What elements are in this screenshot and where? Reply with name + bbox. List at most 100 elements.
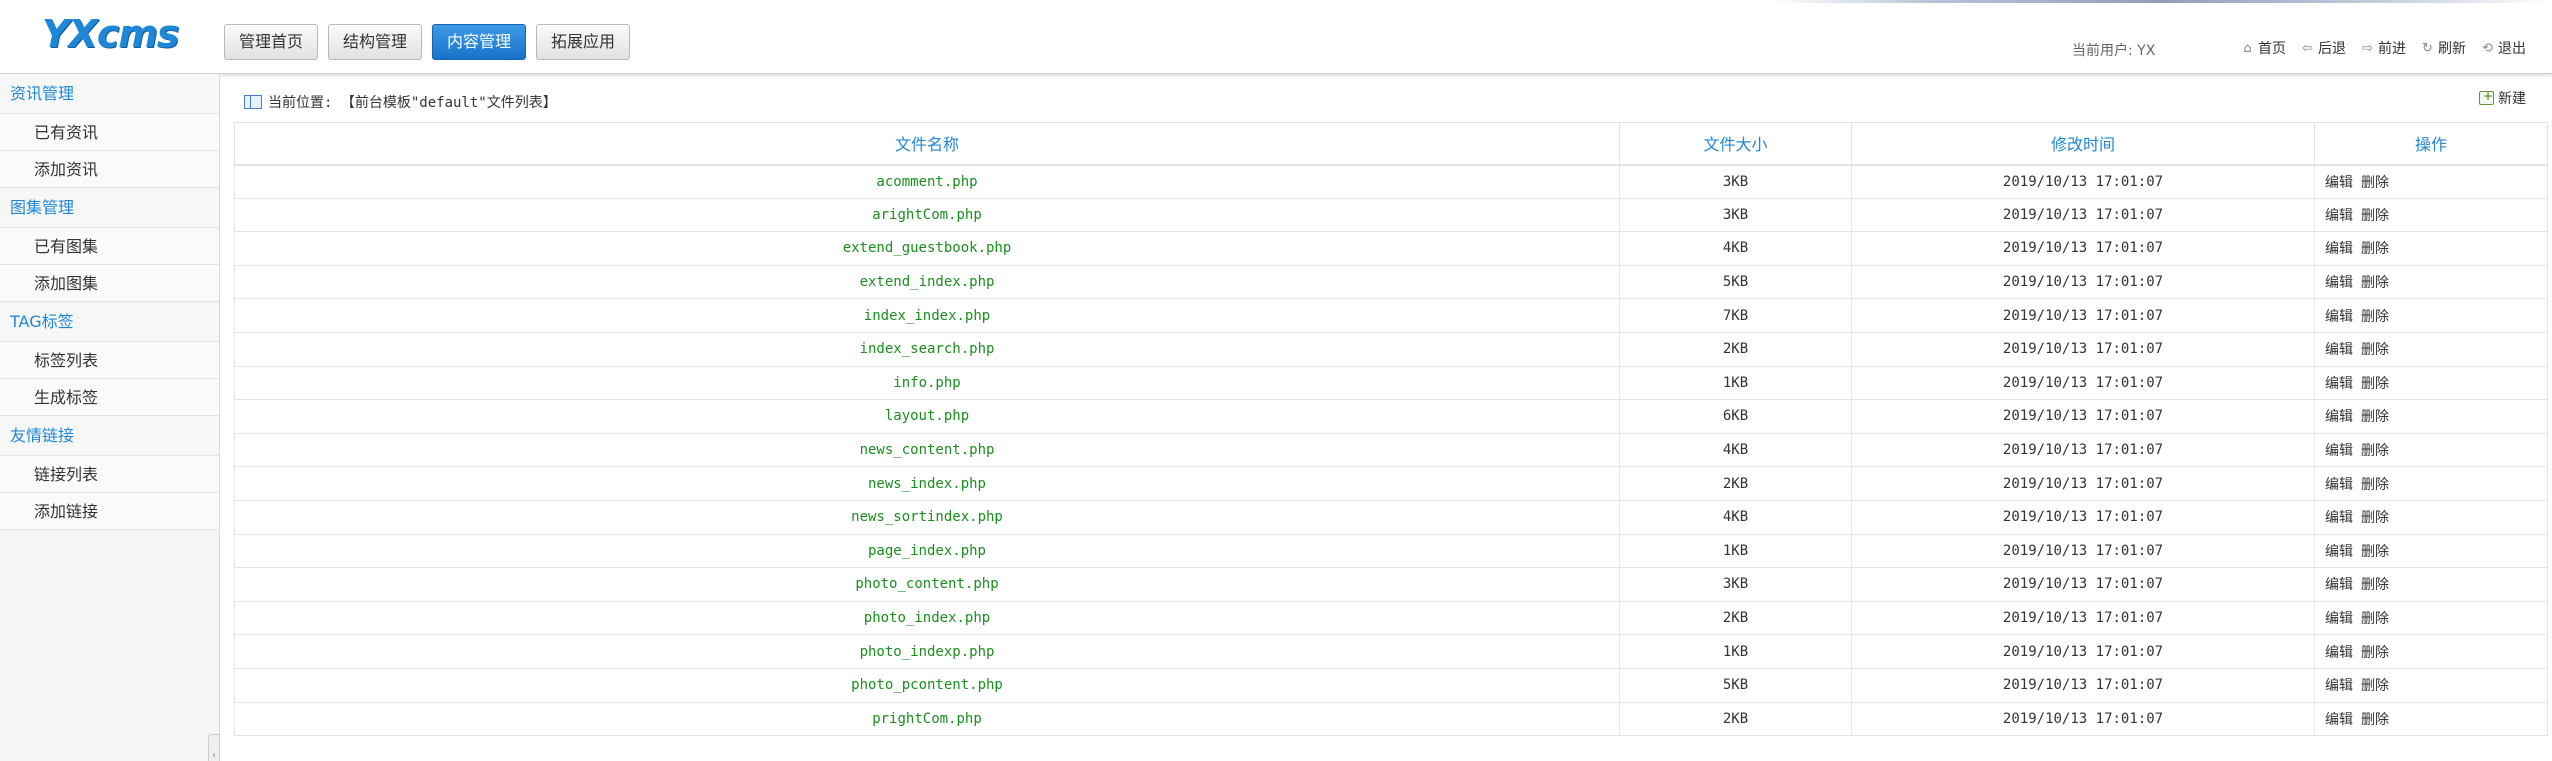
- sidebar-item[interactable]: 添加资讯: [0, 151, 219, 188]
- edit-link[interactable]: 编辑: [2325, 409, 2353, 425]
- file-name-cell[interactable]: page_index.php: [234, 533, 1620, 569]
- top-nav-button[interactable]: 管理首页: [224, 24, 319, 60]
- file-size-cell: 3KB: [1619, 164, 1852, 199]
- sidebar-item[interactable]: 已有图集: [0, 228, 219, 265]
- file-name-cell[interactable]: acomment.php: [234, 164, 1620, 199]
- actions-cell: 编辑 删除: [2314, 399, 2548, 434]
- file-size-cell: 7KB: [1619, 298, 1852, 333]
- file-name-cell[interactable]: extend_index.php: [234, 264, 1620, 300]
- delete-link[interactable]: 删除: [2361, 712, 2389, 728]
- file-name-cell[interactable]: photo_index.php: [234, 600, 1620, 636]
- file-name-cell[interactable]: news_content.php: [234, 432, 1620, 468]
- column-header-actions: 操作: [2314, 122, 2548, 166]
- column-header-modified[interactable]: 修改时间: [1851, 122, 2315, 166]
- edit-link[interactable]: 编辑: [2325, 678, 2353, 694]
- delete-link[interactable]: 删除: [2361, 376, 2389, 392]
- edit-link[interactable]: 编辑: [2325, 510, 2353, 526]
- delete-link[interactable]: 删除: [2361, 409, 2389, 425]
- new-file-button[interactable]: 新建: [2479, 88, 2526, 108]
- top-link-logout[interactable]: ⟲ 退出: [2480, 38, 2526, 58]
- file-name-cell[interactable]: news_sortindex.php: [234, 499, 1620, 535]
- sidebar-item[interactable]: 生成标签: [0, 379, 219, 416]
- file-name-cell[interactable]: index_index.php: [234, 298, 1620, 333]
- top-link-arrow-right[interactable]: ⇨ 前进: [2360, 38, 2406, 58]
- file-name-cell[interactable]: index_search.php: [234, 331, 1620, 367]
- table-row: prightCom.php 2KB 2019/10/13 17:01:07 编辑 删除: [234, 701, 2548, 737]
- top-link-refresh[interactable]: ↻ 刷新: [2420, 38, 2466, 58]
- file-name-cell[interactable]: layout.php: [234, 399, 1620, 434]
- sidebar-group-title[interactable]: 友情链接: [0, 416, 219, 456]
- sidebar-collapse-handle[interactable]: ‹: [208, 734, 220, 761]
- top-nav-button[interactable]: 结构管理: [328, 24, 423, 60]
- edit-link[interactable]: 编辑: [2325, 342, 2353, 358]
- file-size-cell: 4KB: [1619, 231, 1852, 266]
- edit-link[interactable]: 编辑: [2325, 309, 2353, 325]
- file-name-cell[interactable]: news_index.php: [234, 466, 1620, 501]
- top-link-home[interactable]: ⌂ 首页: [2240, 38, 2286, 58]
- file-name-cell[interactable]: photo_indexp.php: [234, 634, 1620, 669]
- delete-link[interactable]: 删除: [2361, 208, 2389, 224]
- edit-link[interactable]: 编辑: [2325, 376, 2353, 392]
- file-name-cell[interactable]: prightCom.php: [234, 701, 1620, 737]
- actions-cell: 编辑 删除: [2314, 331, 2548, 367]
- file-size-cell: 1KB: [1619, 365, 1852, 401]
- sidebar-item[interactable]: 标签列表: [0, 342, 219, 379]
- top-link-arrow-left[interactable]: ⇦ 后退: [2300, 38, 2346, 58]
- delete-link[interactable]: 删除: [2361, 544, 2389, 560]
- sidebar-item[interactable]: 添加链接: [0, 493, 219, 530]
- sidebar-item[interactable]: 链接列表: [0, 456, 219, 493]
- edit-link[interactable]: 编辑: [2325, 577, 2353, 593]
- delete-link[interactable]: 删除: [2361, 611, 2389, 627]
- modified-time-cell: 2019/10/13 17:01:07: [1851, 567, 2315, 602]
- modified-time-cell: 2019/10/13 17:01:07: [1851, 600, 2315, 636]
- edit-link[interactable]: 编辑: [2325, 712, 2353, 728]
- delete-link[interactable]: 删除: [2361, 443, 2389, 459]
- file-table: 文件名称 文件大小 修改时间 操作 acomment.php 3KB 2019/10…: [234, 122, 2548, 737]
- edit-link[interactable]: 编辑: [2325, 443, 2353, 459]
- column-header-size[interactable]: 文件大小: [1619, 122, 1852, 166]
- logo[interactable]: YXcms: [42, 12, 180, 56]
- actions-cell: 编辑 删除: [2314, 264, 2548, 300]
- edit-link[interactable]: 编辑: [2325, 611, 2353, 627]
- edit-link[interactable]: 编辑: [2325, 477, 2353, 493]
- delete-link[interactable]: 删除: [2361, 577, 2389, 593]
- edit-link[interactable]: 编辑: [2325, 241, 2353, 257]
- delete-link[interactable]: 删除: [2361, 678, 2389, 694]
- top-link-label: 退出: [2498, 41, 2526, 57]
- file-name-cell[interactable]: photo_pcontent.php: [234, 667, 1620, 703]
- delete-link[interactable]: 删除: [2361, 477, 2389, 493]
- refresh-icon: ↻: [2422, 40, 2433, 56]
- table-row: layout.php 6KB 2019/10/13 17:01:07 编辑 删除: [234, 399, 2548, 434]
- delete-link[interactable]: 删除: [2361, 645, 2389, 661]
- delete-link[interactable]: 删除: [2361, 342, 2389, 358]
- top-nav-button[interactable]: 拓展应用: [536, 24, 631, 60]
- edit-link[interactable]: 编辑: [2325, 175, 2353, 191]
- table-row: news_index.php 2KB 2019/10/13 17:01:07 编辑 删除: [234, 466, 2548, 501]
- delete-link[interactable]: 删除: [2361, 275, 2389, 291]
- sidebar-group-title[interactable]: TAG标签: [0, 302, 219, 342]
- edit-link[interactable]: 编辑: [2325, 645, 2353, 661]
- file-name-cell[interactable]: extend_guestbook.php: [234, 231, 1620, 266]
- actions-cell: 编辑 删除: [2314, 197, 2548, 233]
- file-size-cell: 5KB: [1619, 264, 1852, 300]
- delete-link[interactable]: 删除: [2361, 309, 2389, 325]
- sidebar-group-title[interactable]: 图集管理: [0, 188, 219, 228]
- delete-link[interactable]: 删除: [2361, 510, 2389, 526]
- delete-link[interactable]: 删除: [2361, 175, 2389, 191]
- sidebar-item[interactable]: 已有资讯: [0, 114, 219, 151]
- actions-cell: 编辑 删除: [2314, 634, 2548, 669]
- edit-link[interactable]: 编辑: [2325, 544, 2353, 560]
- file-name-cell[interactable]: info.php: [234, 365, 1620, 401]
- sidebar-item[interactable]: 添加图集: [0, 265, 219, 302]
- actions-cell: 编辑 删除: [2314, 600, 2548, 636]
- edit-link[interactable]: 编辑: [2325, 275, 2353, 291]
- actions-cell: 编辑 删除: [2314, 567, 2548, 602]
- file-size-cell: 2KB: [1619, 331, 1852, 367]
- file-name-cell[interactable]: arightCom.php: [234, 197, 1620, 233]
- file-name-cell[interactable]: photo_content.php: [234, 567, 1620, 602]
- delete-link[interactable]: 删除: [2361, 241, 2389, 257]
- column-header-filename[interactable]: 文件名称: [234, 122, 1620, 166]
- edit-link[interactable]: 编辑: [2325, 208, 2353, 224]
- top-nav-button[interactable]: 内容管理: [432, 24, 527, 60]
- sidebar-group-title[interactable]: 资讯管理: [0, 74, 219, 114]
